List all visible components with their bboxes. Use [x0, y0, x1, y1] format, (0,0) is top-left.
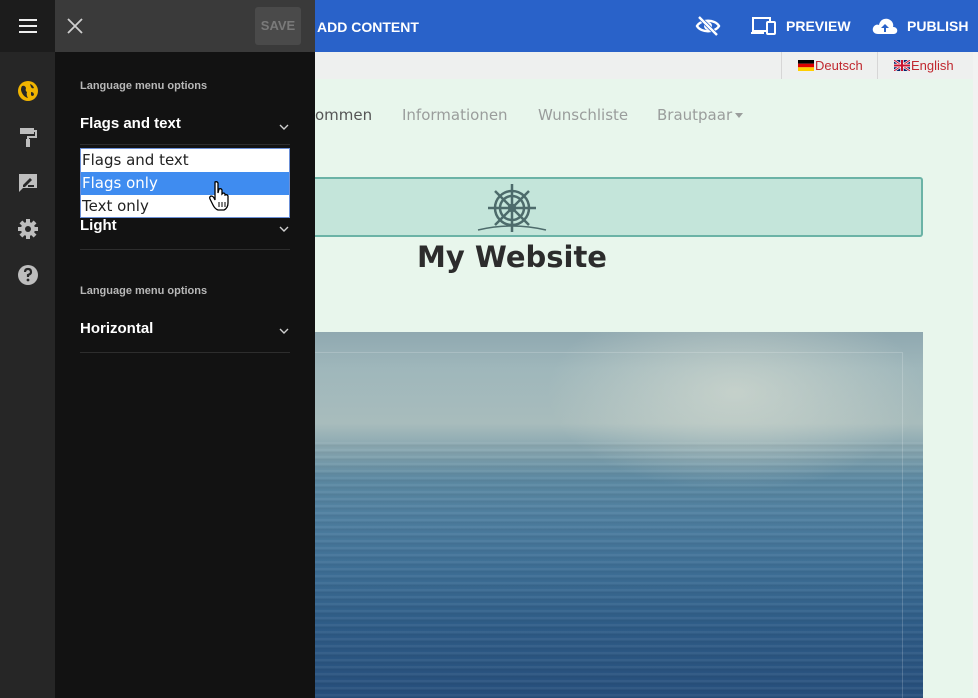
paint-roller-icon[interactable] — [17, 126, 39, 148]
select-value: Light — [80, 217, 117, 234]
uk-flag-icon — [894, 60, 910, 71]
preview-button[interactable]: PREVIEW — [751, 0, 851, 52]
scrollbar[interactable] — [973, 52, 978, 698]
editor-icon-rail — [0, 0, 55, 698]
close-icon[interactable] — [66, 17, 84, 35]
add-content-button[interactable]: ADD CONTENT — [317, 0, 419, 52]
site-nav-item-dropdown[interactable]: Brautpaar — [657, 106, 744, 124]
dropdown-option-selected[interactable]: Flags only — [81, 172, 289, 195]
dropdown-option[interactable]: Text only — [81, 195, 289, 218]
language-style-dropdown: Flags and text Flags only Text only — [80, 148, 290, 218]
cloud-upload-icon — [872, 18, 898, 34]
publish-button[interactable]: PUBLISH — [872, 0, 968, 52]
caret-down-icon — [735, 113, 744, 118]
site-nav-label: Brautpaar — [657, 106, 733, 124]
language-link-english[interactable]: English — [877, 52, 973, 79]
help-icon[interactable] — [17, 264, 39, 286]
select-value: Horizontal — [80, 320, 154, 337]
orientation-select[interactable]: Horizontal — [80, 320, 290, 353]
site-logo-banner — [315, 177, 923, 237]
save-button[interactable]: SAVE — [255, 7, 301, 45]
globe-icon[interactable] — [17, 80, 39, 102]
eye-off-icon[interactable] — [694, 14, 722, 38]
language-label: English — [911, 58, 954, 73]
de-flag-icon — [798, 60, 814, 71]
hero-frame — [315, 352, 903, 698]
hero-image — [315, 332, 923, 698]
language-label: Deutsch — [815, 58, 863, 73]
ship-wheel-icon — [477, 184, 547, 232]
devices-icon — [751, 17, 776, 35]
site-nav-item[interactable]: Informationen — [402, 106, 508, 124]
hand-pointer-icon — [209, 181, 229, 211]
gear-icon[interactable] — [17, 218, 39, 240]
language-link-deutsch[interactable]: Deutsch — [781, 52, 877, 79]
section-label: Language menu options — [80, 285, 208, 297]
theme-select[interactable]: Light — [80, 217, 290, 250]
chevron-down-icon — [279, 124, 289, 130]
chevron-down-icon — [279, 328, 289, 334]
section-label: Language menu options — [80, 80, 208, 92]
preview-label: PREVIEW — [786, 18, 851, 34]
select-value: Flags and text — [80, 115, 181, 132]
dropdown-option[interactable]: Flags and text — [81, 149, 289, 172]
edit-icon[interactable] — [17, 172, 39, 194]
language-style-select[interactable]: Flags and text — [80, 115, 290, 145]
site-title: My Website — [417, 240, 607, 274]
site-nav-item[interactable]: ommen — [315, 106, 372, 124]
menu-icon[interactable] — [19, 19, 37, 33]
site-nav-item[interactable]: Wunschliste — [538, 106, 628, 124]
chevron-down-icon — [279, 226, 289, 232]
publish-label: PUBLISH — [907, 18, 969, 34]
